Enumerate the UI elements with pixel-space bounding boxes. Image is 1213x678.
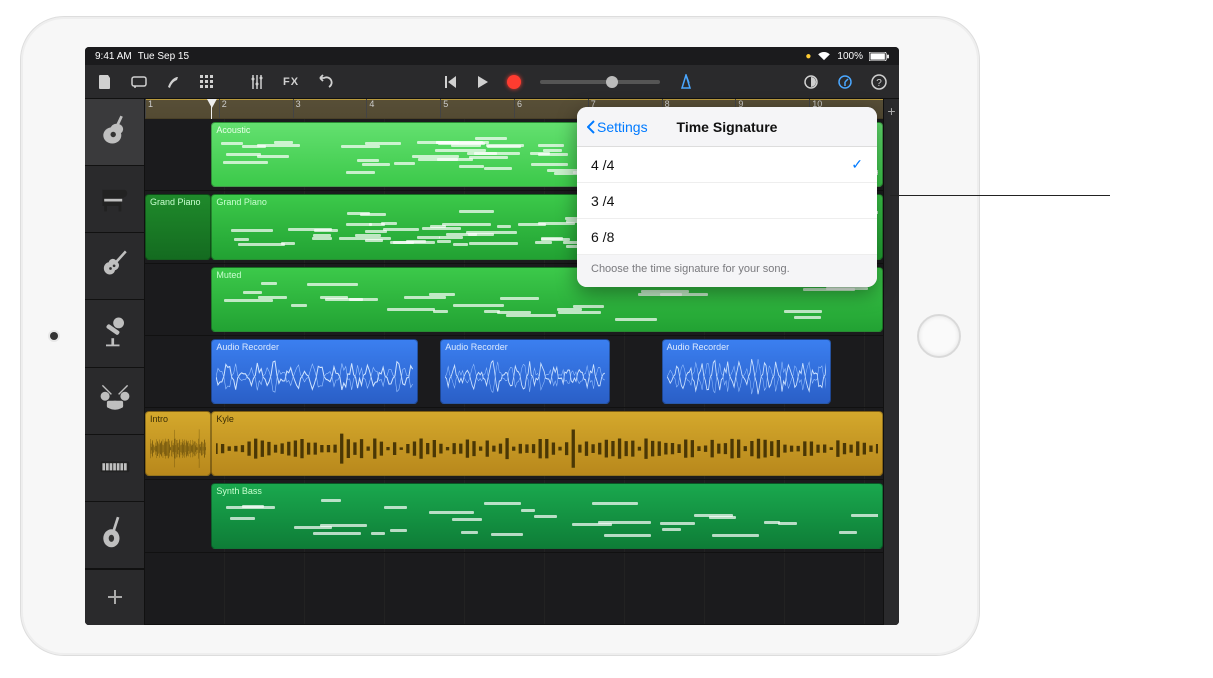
- undo-button[interactable]: [311, 68, 339, 96]
- master-volume-slider[interactable]: [540, 80, 660, 84]
- time-signature-option[interactable]: 6 /8: [577, 219, 877, 255]
- region-label: Kyle: [216, 414, 878, 424]
- ipad-home-button[interactable]: [917, 314, 961, 358]
- loop-browser-button[interactable]: [797, 68, 825, 96]
- bar-marker: 3: [293, 99, 301, 118]
- status-date: Tue Sep 15: [138, 51, 189, 62]
- track-header-bass-guitar[interactable]: [85, 233, 144, 300]
- region-label: Acoustic: [216, 125, 878, 135]
- grand-piano-icon: [97, 179, 133, 220]
- option-label: 6 /8: [591, 229, 614, 245]
- option-label: 4 /4: [591, 157, 614, 173]
- song-settings-button[interactable]: [831, 68, 859, 96]
- drums-icon: [97, 380, 133, 421]
- region[interactable]: Grand Piano: [145, 194, 211, 259]
- keyboard-icon: [97, 447, 133, 488]
- browser-button[interactable]: [125, 68, 153, 96]
- my-songs-button[interactable]: [91, 68, 119, 96]
- track-header-drums[interactable]: [85, 368, 144, 435]
- fx-label: FX: [283, 76, 299, 88]
- region-label: Intro: [150, 414, 206, 424]
- region[interactable]: Audio Recorder: [662, 339, 832, 404]
- track-header-keyboard[interactable]: [85, 435, 144, 502]
- status-time: 9:41 AM: [95, 51, 132, 62]
- region-label: Grand Piano: [216, 197, 878, 207]
- bar-marker: 4: [366, 99, 374, 118]
- instrument-button[interactable]: [159, 68, 187, 96]
- record-button[interactable]: [500, 68, 528, 96]
- fx-button[interactable]: FX: [277, 68, 305, 96]
- check-icon: ✓: [851, 156, 863, 173]
- region-label: Audio Recorder: [445, 342, 605, 352]
- mixer-button[interactable]: [243, 68, 271, 96]
- help-button[interactable]: ?: [865, 68, 893, 96]
- status-bar: 9:41 AM Tue Sep 15 ● 100%: [85, 47, 899, 65]
- track-row[interactable]: Intro Kyle: [145, 408, 883, 480]
- battery-icon: [869, 52, 889, 61]
- play-button[interactable]: [468, 68, 496, 96]
- time-signature-option[interactable]: 4 /4 ✓: [577, 147, 877, 183]
- tracks-grid-button[interactable]: [193, 68, 221, 96]
- region[interactable]: Kyle: [211, 411, 883, 476]
- bar-marker: 6: [514, 99, 522, 118]
- region[interactable]: Muted: [211, 267, 883, 332]
- add-section-strip[interactable]: +: [883, 99, 899, 625]
- callout-line: [890, 195, 1110, 196]
- add-track-button[interactable]: [85, 569, 144, 625]
- region-label: Muted: [216, 270, 878, 280]
- track-row[interactable]: [145, 553, 883, 625]
- track-header-microphone[interactable]: [85, 300, 144, 367]
- region-label: Audio Recorder: [216, 342, 413, 352]
- bar-marker: 2: [219, 99, 227, 118]
- bar-marker: 1: [145, 99, 153, 118]
- bass-guitar-icon: [97, 246, 133, 287]
- app-screen: 9:41 AM Tue Sep 15 ● 100%: [85, 47, 899, 625]
- track-row[interactable]: Synth Bass: [145, 480, 883, 552]
- track-header-grand-piano[interactable]: [85, 166, 144, 233]
- rewind-button[interactable]: [436, 68, 464, 96]
- status-battery: 100%: [837, 51, 863, 62]
- region[interactable]: Audio Recorder: [440, 339, 610, 404]
- region[interactable]: Intro: [145, 411, 211, 476]
- bar-marker: 5: [440, 99, 448, 118]
- track-header-strings[interactable]: [85, 502, 144, 569]
- track-row[interactable]: Muted: [145, 264, 883, 336]
- track-header-acoustic-guitar[interactable]: [85, 99, 144, 166]
- ipad-device-frame: 9:41 AM Tue Sep 15 ● 100%: [20, 16, 980, 656]
- transport-controls: [436, 68, 700, 96]
- metronome-button[interactable]: [672, 68, 700, 96]
- ipad-front-camera: [50, 332, 58, 340]
- microphone-icon: [97, 313, 133, 354]
- region-label: Synth Bass: [216, 486, 878, 496]
- wifi-icon: ●: [805, 51, 811, 62]
- region[interactable]: Audio Recorder: [211, 339, 418, 404]
- acoustic-guitar-icon: [97, 112, 133, 153]
- region-label: Audio Recorder: [667, 342, 827, 352]
- region[interactable]: Synth Bass: [211, 483, 883, 548]
- track-headers: [85, 99, 145, 625]
- region-label: Grand Piano: [150, 197, 206, 207]
- strings-icon: [97, 514, 133, 555]
- track-row[interactable]: Audio Recorder Audio Recorder Audio Record…: [145, 336, 883, 408]
- svg-text:?: ?: [876, 78, 882, 89]
- top-toolbar: FX: [85, 65, 899, 99]
- wifi-signal-icon: [817, 51, 831, 61]
